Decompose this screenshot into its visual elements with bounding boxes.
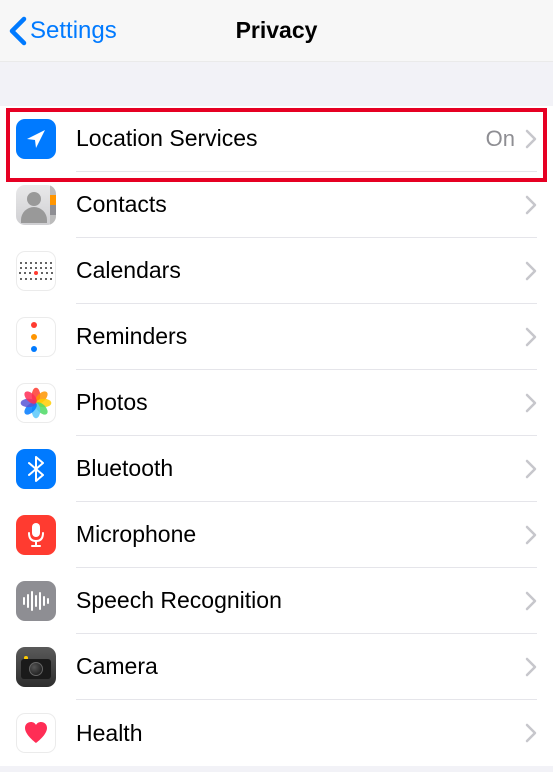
back-label: Settings [30, 17, 117, 45]
chevron-right-icon [525, 459, 537, 479]
navbar: Settings Privacy [0, 0, 553, 62]
row-label: Photos [76, 389, 525, 416]
chevron-right-icon [525, 195, 537, 215]
row-value: On [486, 126, 515, 152]
microphone-icon [16, 515, 56, 555]
chevron-right-icon [525, 393, 537, 413]
row-label: Health [76, 720, 525, 747]
row-label: Microphone [76, 521, 525, 548]
row-label: Bluetooth [76, 455, 525, 482]
photos-icon [16, 383, 56, 423]
chevron-right-icon [525, 261, 537, 281]
chevron-left-icon [8, 16, 28, 46]
reminders-icon [16, 317, 56, 357]
chevron-right-icon [525, 129, 537, 149]
microphone-row[interactable]: Microphone [0, 502, 553, 568]
chevron-right-icon [525, 327, 537, 347]
waveform-icon [16, 581, 56, 621]
back-button[interactable]: Settings [0, 16, 117, 46]
health-row[interactable]: Health [0, 700, 553, 766]
row-label: Speech Recognition [76, 587, 525, 614]
reminders-row[interactable]: Reminders [0, 304, 553, 370]
bluetooth-row[interactable]: Bluetooth [0, 436, 553, 502]
calendars-row[interactable]: Calendars [0, 238, 553, 304]
camera-row[interactable]: Camera [0, 634, 553, 700]
chevron-right-icon [525, 723, 537, 743]
row-label: Camera [76, 653, 525, 680]
photos-row[interactable]: Photos [0, 370, 553, 436]
location-services-row[interactable]: Location Services On [0, 106, 553, 172]
section-spacer [0, 62, 553, 106]
camera-icon [16, 647, 56, 687]
contacts-row[interactable]: Contacts [0, 172, 553, 238]
chevron-right-icon [525, 657, 537, 677]
row-label: Contacts [76, 191, 525, 218]
heart-icon [16, 713, 56, 753]
bluetooth-icon [16, 449, 56, 489]
row-label: Calendars [76, 257, 525, 284]
row-label: Reminders [76, 323, 525, 350]
row-label: Location Services [76, 125, 486, 152]
chevron-right-icon [525, 591, 537, 611]
chevron-right-icon [525, 525, 537, 545]
calendar-icon [16, 251, 56, 291]
contacts-icon [16, 185, 56, 225]
location-arrow-icon [16, 119, 56, 159]
speech-recognition-row[interactable]: Speech Recognition [0, 568, 553, 634]
settings-list: Location Services On Contacts [0, 106, 553, 766]
